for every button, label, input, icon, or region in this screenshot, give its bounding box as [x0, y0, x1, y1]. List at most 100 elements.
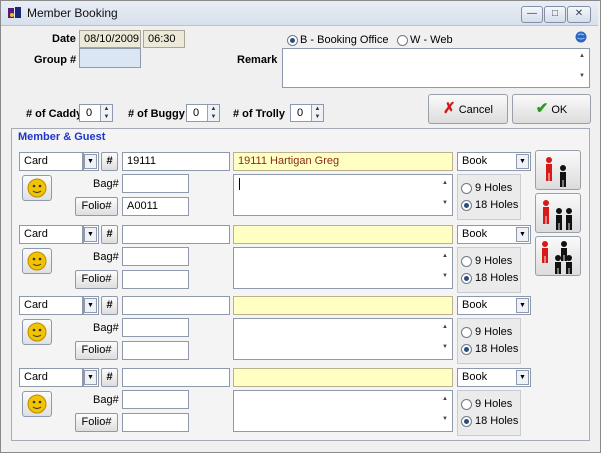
chevron-down-icon: ▼: [516, 227, 529, 242]
row1-member-id[interactable]: 19111: [122, 152, 230, 171]
four-players-button[interactable]: [535, 236, 581, 276]
globe-help-icon[interactable]: [575, 31, 587, 43]
caddy-label: # of Caddy: [26, 108, 83, 120]
row2-type-dropdown[interactable]: ▼: [83, 225, 99, 244]
row4-hash-button[interactable]: #: [101, 368, 118, 387]
row3-radio-9-holes[interactable]: [461, 327, 472, 338]
window-title: Member Booking: [27, 6, 118, 20]
row1-notes-textarea[interactable]: ▲ ▼: [233, 174, 453, 216]
three-players-button[interactable]: [535, 193, 581, 233]
row3-18-holes-label: 18 Holes: [475, 343, 519, 355]
group-label: Group #: [34, 54, 77, 66]
time-field[interactable]: 06:30: [143, 30, 185, 48]
row4-folio-button[interactable]: Folio#: [75, 413, 118, 432]
remark-textarea[interactable]: ▲ ▼: [282, 48, 590, 88]
row1-status-combo[interactable]: Book ▼: [457, 152, 531, 171]
row1-radio-18-holes[interactable]: [461, 200, 472, 211]
row2-type-value: Card: [24, 228, 48, 240]
row1-holes-group: [457, 174, 521, 220]
date-label: Date: [52, 33, 76, 45]
row2-folio-field[interactable]: [122, 270, 189, 289]
row2-status-combo[interactable]: Book ▼: [457, 225, 531, 244]
maximize-button[interactable]: □: [544, 6, 566, 23]
row4-notes-scrollbar[interactable]: ▲ ▼: [438, 391, 452, 431]
row4-smiley-face-icon[interactable]: [22, 391, 52, 417]
row3-folio-field[interactable]: [122, 341, 189, 360]
row4-radio-18-holes[interactable]: [461, 416, 472, 427]
row4-notes-textarea[interactable]: ▲ ▼: [233, 390, 453, 432]
row1-bag-field[interactable]: [122, 174, 189, 193]
minimize-button[interactable]: —: [521, 6, 543, 23]
row3-notes-scrollbar[interactable]: ▲ ▼: [438, 319, 452, 359]
date-field[interactable]: 08/10/2009: [79, 30, 141, 48]
buggy-stepper-arrows[interactable]: ▲ ▼: [207, 105, 219, 121]
chevron-down-icon: ▼: [84, 227, 97, 242]
group-field[interactable]: [79, 48, 141, 68]
row4-type-combo[interactable]: Card: [19, 368, 83, 387]
row1-folio-field[interactable]: A0011: [122, 197, 189, 216]
cancel-button[interactable]: ✗ Cancel: [428, 94, 508, 124]
caddy-stepper-arrows[interactable]: ▲ ▼: [100, 105, 112, 121]
row3-type-dropdown[interactable]: ▼: [83, 296, 99, 315]
row2-notes-textarea[interactable]: ▲ ▼: [233, 247, 453, 289]
two-players-button[interactable]: [535, 150, 581, 190]
trolly-stepper[interactable]: 0 ▲ ▼: [290, 104, 324, 122]
row4-member-id[interactable]: [122, 368, 230, 387]
row1-smiley-face-icon[interactable]: [22, 175, 52, 201]
chevron-down-icon: ▼: [84, 370, 97, 385]
trolly-stepper-arrows[interactable]: ▲ ▼: [311, 105, 323, 121]
row1-type-combo[interactable]: Card: [19, 152, 83, 171]
row2-notes-scrollbar[interactable]: ▲ ▼: [438, 248, 452, 288]
radio-booking-office[interactable]: [287, 35, 298, 46]
row4-status-combo[interactable]: Book ▼: [457, 368, 531, 387]
row3-member-id[interactable]: [122, 296, 230, 315]
row3-type-combo[interactable]: Card: [19, 296, 83, 315]
row1-notes-scrollbar[interactable]: ▲ ▼: [438, 175, 452, 215]
row4-bag-field[interactable]: [122, 390, 189, 409]
row3-radio-18-holes[interactable]: [461, 344, 472, 355]
row4-radio-9-holes[interactable]: [461, 399, 472, 410]
row1-hash-button[interactable]: #: [101, 152, 118, 171]
row3-type-value: Card: [24, 299, 48, 311]
row3-holes-group: [457, 318, 521, 364]
close-button[interactable]: ✕: [567, 6, 591, 23]
row2-bag-field[interactable]: [122, 247, 189, 266]
row3-bag-field[interactable]: [122, 318, 189, 337]
row1-member-name[interactable]: 19111 Hartigan Greg: [233, 152, 453, 171]
caddy-stepper[interactable]: 0 ▲ ▼: [79, 104, 113, 122]
web-label: W - Web: [410, 34, 453, 46]
title-bar: Member Booking — □ ✕: [1, 1, 598, 26]
row3-member-name[interactable]: [233, 296, 453, 315]
row1-18-holes-label: 18 Holes: [475, 199, 519, 211]
radio-web[interactable]: [397, 35, 408, 46]
row3-folio-button[interactable]: Folio#: [75, 341, 118, 360]
row2-member-id[interactable]: [122, 225, 230, 244]
row3-status-value: Book: [462, 299, 488, 311]
ok-button-label: OK: [551, 104, 568, 116]
row3-notes-textarea[interactable]: ▲ ▼: [233, 318, 453, 360]
remark-scrollbar[interactable]: ▲ ▼: [575, 49, 589, 87]
row2-smiley-face-icon[interactable]: [22, 248, 52, 274]
row2-radio-9-holes[interactable]: [461, 256, 472, 267]
buggy-stepper[interactable]: 0 ▲ ▼: [186, 104, 220, 122]
row2-radio-18-holes[interactable]: [461, 273, 472, 284]
row2-hash-button[interactable]: #: [101, 225, 118, 244]
row4-type-dropdown[interactable]: ▼: [83, 368, 99, 387]
row1-radio-9-holes[interactable]: [461, 183, 472, 194]
row4-holes-group: [457, 390, 521, 436]
row1-folio-button[interactable]: Folio#: [75, 197, 118, 216]
row1-type-dropdown[interactable]: ▼: [83, 152, 99, 171]
row3-hash-button[interactable]: #: [101, 296, 118, 315]
ok-button[interactable]: ✔ OK: [512, 94, 591, 124]
cancel-button-label: Cancel: [458, 104, 493, 116]
row3-status-combo[interactable]: Book ▼: [457, 296, 531, 315]
row4-folio-field[interactable]: [122, 413, 189, 432]
remark-label: Remark: [237, 54, 278, 66]
row2-member-name[interactable]: [233, 225, 453, 244]
row3-smiley-face-icon[interactable]: [22, 319, 52, 345]
row2-type-combo[interactable]: Card: [19, 225, 83, 244]
row2-folio-button[interactable]: Folio#: [75, 270, 118, 289]
row2-bag-label: Bag#: [93, 251, 119, 263]
green-check-icon: ✔: [535, 100, 549, 117]
row4-member-name[interactable]: [233, 368, 453, 387]
